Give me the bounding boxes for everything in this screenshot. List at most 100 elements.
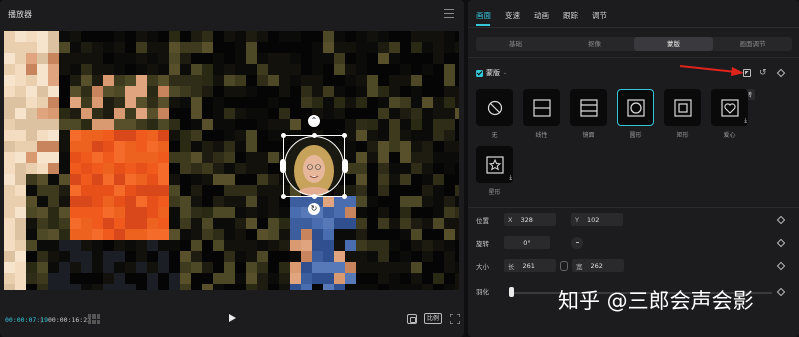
- video-preview[interactable]: ⌃ ↻: [4, 31, 459, 290]
- mosaic-cell: [433, 86, 444, 97]
- feather-handle-icon[interactable]: ⌃: [308, 115, 320, 127]
- download-icon: ⤓: [744, 117, 747, 124]
- mosaic-cell: [4, 53, 15, 64]
- subtab-picture-adjust[interactable]: 画面调节: [713, 37, 792, 51]
- mosaic-cell: [15, 284, 26, 290]
- keyframe-icon[interactable]: [776, 287, 786, 297]
- mosaic-cell: [235, 97, 246, 108]
- mosaic-cell: [279, 31, 290, 42]
- mosaic-cell: [257, 119, 268, 130]
- corner-handle-bottom-left[interactable]: [281, 194, 286, 199]
- shape-rectangle[interactable]: 矩形: [664, 89, 701, 139]
- mosaic-cell: [180, 97, 191, 108]
- mosaic-cell: [444, 141, 455, 152]
- mosaic-cell: [433, 196, 444, 207]
- tab-tracking[interactable]: 跟踪: [563, 10, 578, 21]
- mosaic-cell: [301, 218, 312, 229]
- position-y-field[interactable]: Y 102: [571, 213, 623, 226]
- side-handle-right[interactable]: [342, 159, 348, 173]
- mosaic-cell: [268, 31, 279, 42]
- mosaic-cell: [202, 240, 213, 251]
- mosaic-cell: [169, 31, 180, 42]
- mosaic-cell: [433, 42, 444, 53]
- mosaic-cell: [301, 31, 312, 42]
- mosaic-cell: [411, 207, 422, 218]
- reset-icon[interactable]: ↺: [759, 68, 767, 78]
- keyframe-icon[interactable]: [776, 238, 786, 248]
- edge-handle-top[interactable]: [312, 133, 317, 138]
- mask-enable-checkbox[interactable]: [476, 69, 483, 77]
- timeline-grid-icon[interactable]: [88, 314, 100, 324]
- mask-bounding-box[interactable]: [280, 133, 348, 199]
- mosaic-cell: [257, 240, 268, 251]
- subtab-keying[interactable]: 抠像: [555, 37, 634, 51]
- mosaic-cell: [169, 75, 180, 86]
- rotation-field[interactable]: 0°: [504, 236, 550, 249]
- menu-icon[interactable]: [444, 9, 454, 18]
- mosaic-cell: [301, 284, 312, 290]
- corner-handle-top-right[interactable]: [342, 133, 347, 138]
- mosaic-cell: [323, 240, 334, 251]
- mosaic-cell: [411, 141, 422, 152]
- corner-handle-bottom-right[interactable]: [342, 194, 347, 199]
- tab-animation[interactable]: 动画: [534, 10, 549, 21]
- mosaic-cell: [147, 262, 158, 273]
- mosaic-cell: [433, 119, 444, 130]
- mosaic-cell: [378, 218, 389, 229]
- fullscreen-icon[interactable]: [450, 314, 460, 324]
- mosaic-cell: [224, 262, 235, 273]
- mosaic-cell: [290, 53, 301, 64]
- subtab-mask[interactable]: 蒙版: [634, 37, 713, 51]
- mosaic-cell: [378, 284, 389, 290]
- shape-heart[interactable]: ⤓ 爱心: [711, 89, 748, 139]
- shape-mirror[interactable]: 镜面: [570, 89, 607, 139]
- feather-slider-thumb[interactable]: [509, 287, 514, 297]
- side-handle-left[interactable]: [280, 159, 286, 173]
- mosaic-cell: [92, 53, 103, 64]
- size-height-field[interactable]: 宽 262: [572, 259, 624, 272]
- mosaic-cell: [433, 108, 444, 119]
- edge-handle-bottom[interactable]: [312, 194, 317, 199]
- keyframe-icon[interactable]: [776, 68, 786, 78]
- fit-view-icon[interactable]: [407, 314, 417, 324]
- subtab-basic[interactable]: 基础: [476, 37, 555, 51]
- mosaic-cell: [136, 240, 147, 251]
- mosaic-cell: [279, 42, 290, 53]
- rotate-handle-icon[interactable]: ↻: [308, 203, 320, 215]
- keyframe-icon[interactable]: [776, 215, 786, 225]
- rotation-knob[interactable]: [571, 236, 583, 249]
- x-key: X: [508, 215, 513, 224]
- mosaic-cell: [268, 229, 279, 240]
- mosaic-cell: [257, 97, 268, 108]
- mosaic-cell: [213, 75, 224, 86]
- ratio-button[interactable]: 比例: [424, 313, 443, 324]
- mosaic-video-frame: [4, 31, 459, 290]
- tab-picture[interactable]: 画面: [476, 10, 491, 21]
- mosaic-cell: [191, 229, 202, 240]
- mosaic-cell: [70, 163, 81, 174]
- size-width-field[interactable]: 长 261: [504, 259, 556, 272]
- corner-handle-top-left[interactable]: [281, 133, 286, 138]
- mosaic-cell: [191, 185, 202, 196]
- mosaic-cell: [257, 42, 268, 53]
- shape-star[interactable]: ⤓ 星形: [476, 146, 513, 196]
- mosaic-cell: [213, 284, 224, 290]
- mosaic-cell: [433, 251, 444, 262]
- link-icon[interactable]: [560, 260, 568, 271]
- mosaic-cell: [268, 273, 279, 284]
- tab-speed[interactable]: 变速: [505, 10, 520, 21]
- play-button[interactable]: [229, 314, 236, 322]
- position-x-field[interactable]: X 328: [504, 213, 556, 226]
- mosaic-cell: [235, 196, 246, 207]
- mosaic-cell: [59, 53, 70, 64]
- mosaic-cell: [103, 141, 114, 152]
- mosaic-cell: [323, 262, 334, 273]
- chevron-down-icon[interactable]: ⌄: [503, 70, 507, 76]
- shape-linear[interactable]: 线性: [523, 89, 560, 139]
- shape-none[interactable]: 无: [476, 89, 513, 139]
- tab-adjust[interactable]: 调节: [592, 10, 607, 21]
- invert-mask-icon[interactable]: [743, 69, 751, 77]
- keyframe-icon[interactable]: [776, 261, 786, 271]
- shape-circle[interactable]: 圆形: [617, 89, 654, 139]
- mosaic-cell: [70, 75, 81, 86]
